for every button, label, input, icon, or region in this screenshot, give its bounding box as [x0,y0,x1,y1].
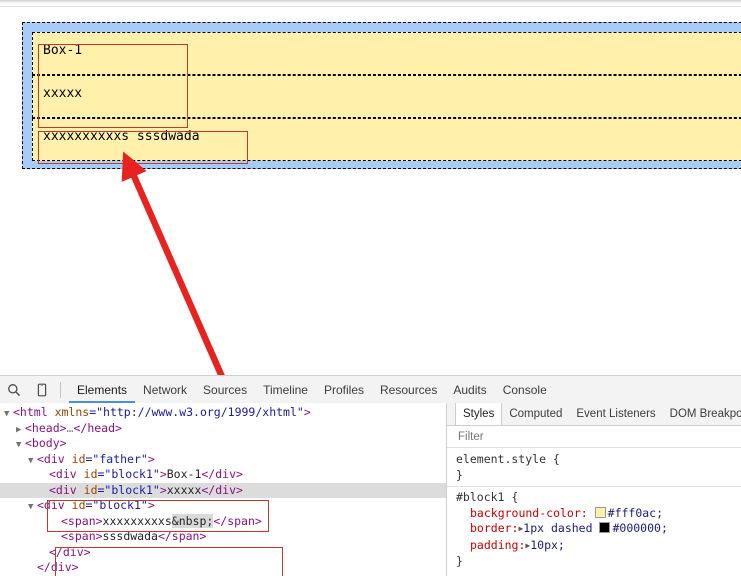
css-value: #000000; [612,521,668,535]
color-swatch[interactable] [594,506,606,518]
css-value: 1px dashed [523,521,593,535]
css-rule-close: } [456,467,463,482]
styles-filter-input[interactable] [456,429,731,444]
dom-tree-markup: <span>sssdwada</span> [61,529,207,543]
dom-tree-row[interactable]: </div> [0,545,446,561]
color-swatch[interactable] [599,522,611,533]
dom-tree-markup: <div id="block1">Box-1</div> [49,467,243,481]
dom-tree-row[interactable]: <span>sssdwada</span> [0,529,446,545]
dom-tree-markup: <div id="block1"> [37,498,155,512]
inspect-search-icon[interactable] [0,377,28,403]
devtools-tab-console[interactable]: Console [495,377,555,403]
styles-tab-strip: Styles Computed Event Listeners DOM Breakpo… [447,403,741,426]
css-declaration[interactable]: padding:▶10px; [456,538,741,555]
expand-triangle-icon[interactable]: ▶ [518,521,523,537]
css-declaration[interactable]: background-color: #fff0ac; [456,506,741,522]
dom-tree-row[interactable]: ▼ <body> [0,436,446,452]
dom-tree-markup: </div> [37,560,79,574]
dom-tree-markup: </div> [49,544,91,559]
css-rule: #block1 {background-color: #fff0ac; borde… [456,490,741,570]
styles-pane: Styles Computed Event Listeners DOM Breakpo… [447,403,741,576]
dom-tree-row[interactable]: ▼ <html xmlns="http://www.w3.org/1999/xht… [0,405,446,421]
styles-tab-computed[interactable]: Computed [502,403,569,425]
css-property: padding: [470,537,526,552]
browser-chrome-strip [0,0,741,7]
devtools-tab-sources[interactable]: Sources [195,377,255,403]
styles-tab-dom-breakpoints[interactable]: DOM Breakpoints [663,403,741,425]
styles-tab-event-listeners[interactable]: Event Listeners [569,403,662,425]
father-div-highlight[interactable]: Box-1 xxxxx xxxxxxxxxxs sssdwada [22,22,741,169]
devtools-panel: Elements Network Sources Timeline Profiles Re… [0,375,741,576]
block1-text-box1: Box-1 [43,43,83,58]
css-rules-list: element.style {} #block1 {background-colo… [447,448,741,570]
css-property: border: [470,521,519,535]
block1-div-spans[interactable]: xxxxxxxxxxs sssdwada [32,118,741,161]
dom-tree-row[interactable]: ▶ <head>…</head> [0,421,446,437]
dom-tree-row[interactable]: <div id="block1">Box-1</div> [0,467,446,483]
dom-tree-row[interactable]: ▼ <div id="father"> [0,452,446,468]
devtools-body: ▼ <html xmlns="http://www.w3.org/1999/xht… [0,403,741,576]
styles-tab-styles[interactable]: Styles [455,403,503,425]
devtools-tab-network[interactable]: Network [135,377,195,403]
dom-tree-markup: <head>…</head> [25,420,122,435]
dom-tree-row[interactable]: ▼ <div id="block1"> [0,498,446,514]
devtools-tab-resources[interactable]: Resources [372,377,445,403]
dom-tree-lines: ▼ <html xmlns="http://www.w3.org/1999/xht… [0,405,446,576]
expand-triangle-icon[interactable]: ▶ [525,538,530,554]
css-selector[interactable]: #block1 { [456,490,741,506]
css-value: #fff0ac; [607,505,664,520]
devtools-tab-audits[interactable]: Audits [445,377,494,403]
dom-tree-markup: <span>xxxxxxxxxs&nbsp;</span> [61,513,262,528]
block1-div-xxxxx[interactable]: xxxxx [32,75,741,118]
css-rule: element.style {} [456,452,741,483]
devtools-tab-profiles[interactable]: Profiles [316,377,372,403]
span-text-a: xxxxxxxxxxs [43,129,137,144]
css-value: 10px; [530,537,565,552]
styles-filter-row[interactable] [447,426,741,448]
css-rule-separator [447,486,741,487]
css-declaration[interactable]: border:▶1px dashed #000000; [456,521,741,538]
block1-text-xxxxx: xxxxx [43,86,83,101]
css-rule-close: } [456,554,463,568]
dom-tree-markup: <div id="father"> [37,451,155,466]
dom-tree-markup: <body> [25,436,67,450]
css-selector[interactable]: element.style { [456,452,741,468]
devtools-tab-strip: Elements Network Sources Timeline Profiles Re… [69,376,555,403]
devtools-tab-timeline[interactable]: Timeline [255,377,316,403]
span-text-b: sssdwada [136,129,200,144]
dom-tree-row[interactable]: </div> [0,560,446,576]
block1-div-box1[interactable]: Box-1 [32,32,741,75]
dom-tree-row[interactable]: <span>xxxxxxxxxs&nbsp;</span> [0,513,446,530]
devtools-tab-elements[interactable]: Elements [69,377,136,403]
devtools-toolbar: Elements Network Sources Timeline Profiles Re… [0,376,741,404]
dom-tree-pane[interactable]: ▼ <html xmlns="http://www.w3.org/1999/xht… [0,403,446,576]
toolbar-separator [60,381,61,398]
css-property: background-color: [470,505,588,520]
dom-tree-markup: <div id="block1">xxxxx</div> [49,482,243,497]
device-toolbar-icon[interactable] [28,377,56,403]
dom-tree-markup: <html xmlns="http://www.w3.org/1999/xhtm… [13,405,311,419]
page-viewport: Box-1 xxxxx xxxxxxxxxxs sssdwada [0,7,741,375]
dom-tree-row[interactable]: <div id="block1">xxxxx</div> [0,482,446,498]
